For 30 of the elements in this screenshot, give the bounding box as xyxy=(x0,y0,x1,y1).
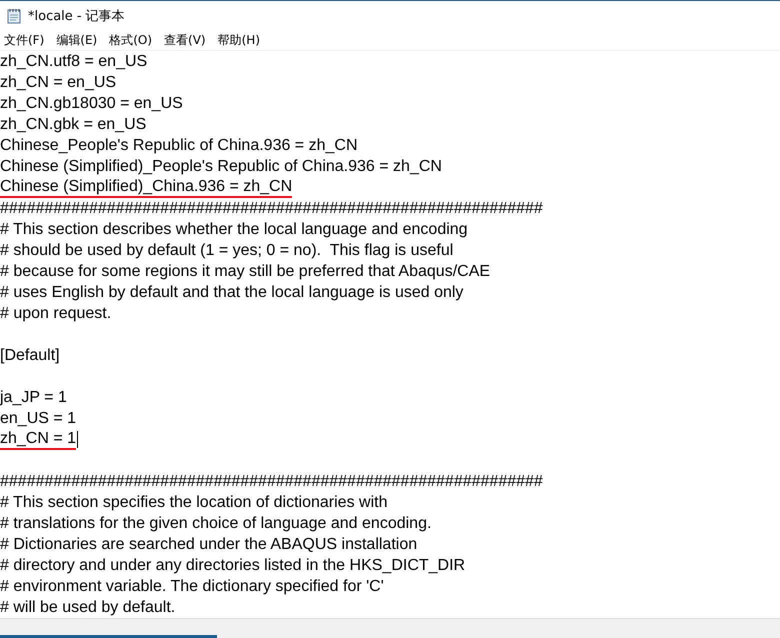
text-line: # will be used by default. xyxy=(0,598,176,618)
menu-item[interactable]: 文件(F) xyxy=(2,32,50,48)
text-line: ############################################################# xyxy=(0,199,543,219)
menu-item[interactable]: 格式(O) xyxy=(107,32,158,48)
text-line: # uses English by default and that the local language is used only xyxy=(0,283,464,303)
text-line: # This section describes whether the local language and encoding xyxy=(0,220,468,240)
text-line: Chinese (Simplified)_China.936 = zh_CN xyxy=(0,178,292,198)
text-line: # because for some regions it may still be preferred that Abaqus/CAE xyxy=(0,262,490,282)
text-line: # translations for the given choice of language and encoding. xyxy=(0,514,432,534)
notepad-icon xyxy=(6,8,22,24)
text-line: # This section specifies the location of dictionaries with xyxy=(0,493,388,513)
text-line: zh_CN.utf8 = en_US xyxy=(0,52,148,72)
menu-item[interactable]: 查看(V) xyxy=(162,32,212,48)
window-title: *locale - 记事本 xyxy=(28,8,125,24)
text-line: Chinese_People's Republic of China.936 = zh_CN xyxy=(0,136,358,156)
text-line: zh_CN.gb18030 = en_US xyxy=(0,94,183,114)
text-line: ############################################################# xyxy=(0,472,543,492)
text-line: en_US = 1 xyxy=(0,409,76,429)
menu-item[interactable]: 编辑(E) xyxy=(54,32,104,48)
text-line: zh_CN.gbk = en_US xyxy=(0,115,146,135)
text-line: [Default] xyxy=(0,346,60,366)
menu-item[interactable]: 帮助(H) xyxy=(216,32,266,48)
text-line: Chinese (Simplified)_People's Republic of China.936 = zh_CN xyxy=(0,157,442,177)
text-line: # Dictionaries are searched under the ABAQUS installation xyxy=(0,535,418,555)
text-line: # directory and under any directories listed in the HKS_DICT_DIR xyxy=(0,556,466,576)
text-line: zh_CN = 1 xyxy=(0,430,76,450)
text-line: # upon request. xyxy=(0,304,112,324)
text-line: # environment variable. The dictionary specified for 'C' xyxy=(0,577,384,597)
text-line: zh_CN = en_US xyxy=(0,73,116,93)
text-line: # should be used by default (1 = yes; 0 = no). This flag is useful xyxy=(0,241,454,261)
